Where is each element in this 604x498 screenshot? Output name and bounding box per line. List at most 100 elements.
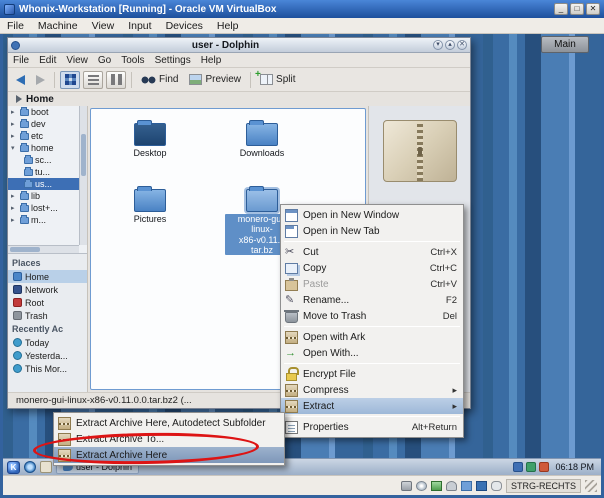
menu-settings[interactable]: Settings xyxy=(150,55,196,66)
menu-item-open-with[interactable]: Open With... xyxy=(281,345,463,361)
menu-separator xyxy=(284,326,460,327)
copy-icon xyxy=(285,262,298,274)
menu-go[interactable]: Go xyxy=(93,55,116,66)
expander-icon[interactable] xyxy=(11,120,18,128)
folder-icon xyxy=(20,106,29,116)
places-item-home[interactable]: Home xyxy=(8,270,87,283)
split-label: Split xyxy=(276,74,296,85)
menu-edit[interactable]: Edit xyxy=(34,55,61,66)
tree-item-dev[interactable]: dev xyxy=(8,118,87,130)
menu-item-move-to-trash[interactable]: Move to Trash Del xyxy=(281,308,463,324)
preview-button[interactable]: Preview xyxy=(185,70,245,90)
network-status-icon[interactable] xyxy=(431,480,442,491)
menu-file[interactable]: File xyxy=(8,55,34,66)
menu-item-extract[interactable]: Extract xyxy=(281,398,463,414)
dolphin-titlebar[interactable]: user - Dolphin xyxy=(8,38,470,53)
menu-item-open-with-ark[interactable]: Open with Ark xyxy=(281,329,463,345)
columns-view-button[interactable] xyxy=(106,70,126,89)
display-status-icon[interactable] xyxy=(476,480,487,491)
scrollbar-thumb[interactable] xyxy=(81,134,86,176)
usb-status-icon[interactable] xyxy=(446,480,457,491)
expander-icon[interactable] xyxy=(11,108,18,116)
tree-item-boot[interactable]: boot xyxy=(8,106,87,118)
vbox-menu-view[interactable]: View xyxy=(85,20,122,32)
tree-item-etc[interactable]: etc xyxy=(8,130,87,142)
expander-icon[interactable] xyxy=(11,192,18,200)
minimize-button[interactable] xyxy=(554,3,568,15)
menu-item-open-in-new-tab[interactable]: Open in New Tab xyxy=(281,223,463,239)
menu-item-open-in-new-window[interactable]: Open in New Window xyxy=(281,207,463,223)
panel-clock[interactable]: 06:18 PM xyxy=(552,462,597,472)
cdrom-status-icon[interactable] xyxy=(416,480,427,491)
menu-item-compress[interactable]: Compress xyxy=(281,382,463,398)
menu-item-extract-autodetect[interactable]: Extract Archive Here, Autodetect Subfold… xyxy=(54,415,284,431)
expander-icon[interactable] xyxy=(11,204,18,212)
file-item-pictures[interactable]: Pictures xyxy=(113,186,187,224)
menu-item-extract-here[interactable]: Extract Archive Here xyxy=(54,447,284,463)
window-menu-icon[interactable] xyxy=(11,40,20,50)
tray-icon[interactable] xyxy=(513,462,524,472)
places-item-network[interactable]: Network xyxy=(8,283,87,296)
tree-item[interactable]: m... xyxy=(8,214,87,226)
resize-grip[interactable] xyxy=(585,479,597,492)
dolphin-minimize-button[interactable] xyxy=(433,40,443,50)
places-item-today[interactable]: Today xyxy=(8,336,87,349)
shared-folders-status-icon[interactable] xyxy=(461,480,472,491)
details-view-button[interactable] xyxy=(83,70,103,89)
file-manager-launcher-icon[interactable] xyxy=(40,461,52,473)
kmenu-icon[interactable] xyxy=(7,460,20,474)
places-item-this-morning[interactable]: This Mor... xyxy=(8,362,87,375)
tree-item-home[interactable]: home xyxy=(8,142,87,154)
tree-item[interactable]: sc... xyxy=(8,154,87,166)
tree-horizontal-scrollbar[interactable] xyxy=(8,245,79,253)
forward-button[interactable] xyxy=(32,70,49,90)
harddisk-status-icon[interactable] xyxy=(401,480,412,491)
dolphin-maximize-button[interactable] xyxy=(445,40,455,50)
tray-icon[interactable] xyxy=(539,462,550,472)
back-icon xyxy=(16,74,25,85)
desktop-main-button[interactable]: Main xyxy=(541,36,589,53)
menu-item-encrypt-file[interactable]: Encrypt File xyxy=(281,366,463,382)
expander-icon[interactable] xyxy=(11,216,18,224)
scrollbar-thumb[interactable] xyxy=(10,247,40,252)
breadcrumb-home[interactable]: Home xyxy=(26,94,54,105)
menu-view[interactable]: View xyxy=(61,55,93,66)
toolbar-separator xyxy=(131,71,132,88)
expander-icon[interactable] xyxy=(11,132,18,140)
menu-tools[interactable]: Tools xyxy=(116,55,149,66)
vbox-menu-help[interactable]: Help xyxy=(210,20,246,32)
tree-item-lib[interactable]: lib xyxy=(8,190,87,202)
vbox-menu-file[interactable]: File xyxy=(0,20,31,32)
dolphin-close-button[interactable] xyxy=(457,40,467,50)
close-button[interactable] xyxy=(586,3,600,15)
menu-help[interactable]: Help xyxy=(196,55,227,66)
vbox-titlebar[interactable]: Whonix-Workstation [Running] - Oracle VM… xyxy=(0,0,604,18)
menu-item-cut[interactable]: CutCtrl+X xyxy=(281,244,463,260)
tree-item-lostfound[interactable]: lost+... xyxy=(8,202,87,214)
file-item-downloads[interactable]: Downloads xyxy=(225,120,299,158)
vbox-menu-input[interactable]: Input xyxy=(121,20,158,32)
system-tray: 06:18 PM xyxy=(513,462,597,472)
places-item-yesterday[interactable]: Yesterda... xyxy=(8,349,87,362)
vbox-menu-devices[interactable]: Devices xyxy=(159,20,210,32)
menu-item-rename[interactable]: Rename...F2 xyxy=(281,292,463,308)
places-item-trash[interactable]: Trash xyxy=(8,309,87,322)
maximize-button[interactable] xyxy=(570,3,584,15)
tree-item-user[interactable]: us... xyxy=(8,178,87,190)
menu-item-copy[interactable]: Copy Ctrl+C xyxy=(281,260,463,276)
file-item-desktop[interactable]: Desktop xyxy=(113,120,187,158)
tree-vertical-scrollbar[interactable] xyxy=(79,106,87,245)
extract-submenu: Extract Archive Here, Autodetect Subfold… xyxy=(53,412,285,466)
vbox-menu-machine[interactable]: Machine xyxy=(31,20,85,32)
tree-item[interactable]: tu... xyxy=(8,166,87,178)
split-button[interactable]: Split xyxy=(255,69,299,90)
browser-launcher-icon[interactable] xyxy=(24,461,36,473)
places-item-root[interactable]: Root xyxy=(8,296,87,309)
icons-view-button[interactable] xyxy=(60,70,80,89)
find-button[interactable]: Find xyxy=(137,70,182,90)
expander-icon[interactable] xyxy=(11,144,18,152)
tray-icon[interactable] xyxy=(526,462,537,472)
back-button[interactable] xyxy=(12,70,29,90)
menu-item-extract-to[interactable]: Extract Archive To... xyxy=(54,431,284,447)
menu-item-properties[interactable]: Properties Alt+Return xyxy=(281,419,463,435)
